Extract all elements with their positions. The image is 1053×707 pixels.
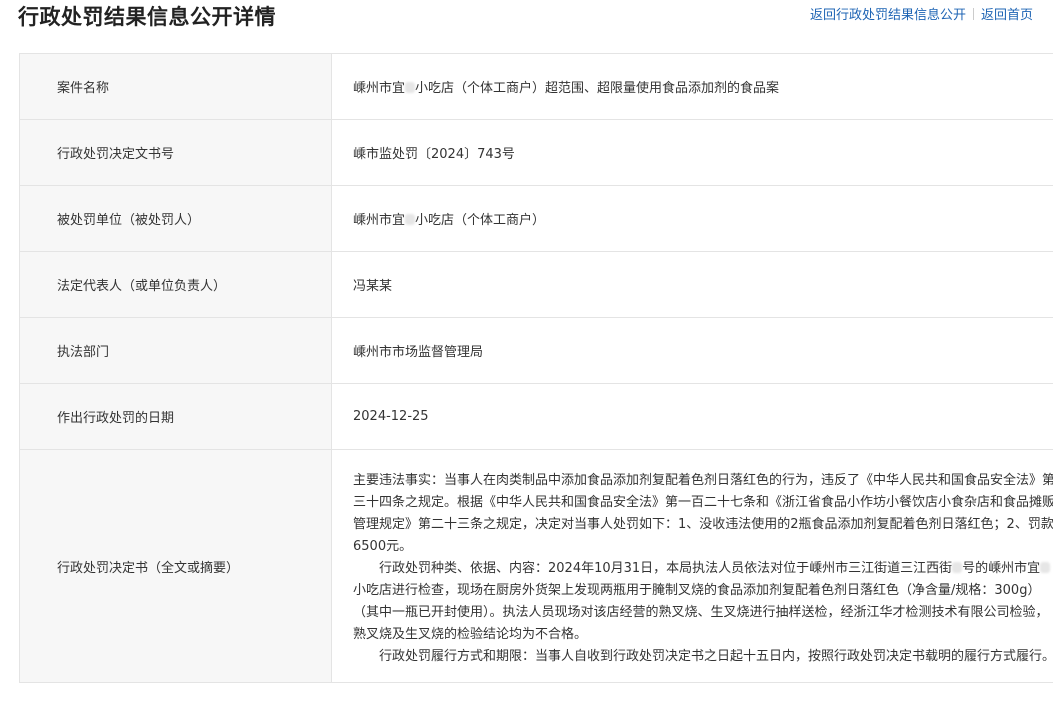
redacted-mark bbox=[405, 214, 416, 225]
redacted-mark bbox=[952, 562, 963, 573]
table-row: 法定代表人（或单位负责人） 冯某某 bbox=[19, 251, 1053, 318]
value-text: 号的嵊州市宜 bbox=[962, 561, 1041, 576]
field-label: 被处罚单位（被处罚人） bbox=[19, 185, 332, 252]
decision-paragraph: 行政处罚种类、依据、内容：2024年10月31日，本局执法人员依法对位于嵊州市三… bbox=[353, 558, 1053, 646]
table-row: 行政处罚决定书（全文或摘要） 主要违法事实：当事人在肉类制品中添加食品添加剂复配… bbox=[19, 449, 1053, 683]
value-text: 小吃店（个体工商户）超范围、超限量使用食品添加剂的食品案 bbox=[415, 81, 780, 96]
detail-table: 案件名称 嵊州市宜 小吃店（个体工商户）超范围、超限量使用食品添加剂的食品案 行政… bbox=[19, 53, 1053, 683]
table-row: 执法部门 嵊州市市场监督管理局 bbox=[19, 317, 1053, 384]
document-number-value: 嵊市监处罚〔2024〕743号 bbox=[331, 119, 1053, 186]
back-to-list-link[interactable]: 返回行政处罚结果信息公开 bbox=[810, 8, 966, 23]
page-title: 行政处罚结果信息公开详情 bbox=[18, 5, 276, 29]
value-text: 嵊州市宜 bbox=[353, 81, 406, 96]
field-label: 案件名称 bbox=[19, 53, 332, 120]
field-label: 执法部门 bbox=[19, 317, 332, 384]
value-text: 小吃店进行检查，现场在厨房外货架上发现两瓶用于腌制叉烧的食品添加剂复配着色剂日落… bbox=[353, 583, 1049, 642]
table-row: 被处罚单位（被处罚人） 嵊州市宜 小吃店（个体工商户） bbox=[19, 185, 1053, 252]
field-label: 作出行政处罚的日期 bbox=[19, 383, 332, 450]
decision-date-value: 2024-12-25 bbox=[331, 383, 1053, 450]
table-row: 案件名称 嵊州市宜 小吃店（个体工商户）超范围、超限量使用食品添加剂的食品案 bbox=[19, 53, 1053, 120]
redacted-mark bbox=[1040, 562, 1051, 573]
header-nav: 返回行政处罚结果信息公开 返回首页 bbox=[810, 6, 1033, 26]
field-label: 法定代表人（或单位负责人） bbox=[19, 251, 332, 318]
case-name-value: 嵊州市宜 小吃店（个体工商户）超范围、超限量使用食品添加剂的食品案 bbox=[331, 53, 1053, 120]
enforcement-department-value: 嵊州市市场监督管理局 bbox=[331, 317, 1053, 384]
legal-representative-value: 冯某某 bbox=[331, 251, 1053, 318]
penalized-party-value: 嵊州市宜 小吃店（个体工商户） bbox=[331, 185, 1053, 252]
field-label: 行政处罚决定书（全文或摘要） bbox=[19, 449, 332, 683]
decision-paragraph: 行政处罚履行方式和期限：当事人自收到行政处罚决定书之日起十五日内，按照行政处罚决… bbox=[379, 649, 1053, 664]
redacted-mark bbox=[405, 82, 416, 93]
table-row: 作出行政处罚的日期 2024-12-25 bbox=[19, 383, 1053, 450]
value-text: 小吃店（个体工商户） bbox=[415, 213, 546, 228]
back-to-home-link[interactable]: 返回首页 bbox=[981, 8, 1033, 23]
value-text: 嵊州市宜 bbox=[353, 213, 406, 228]
decision-paragraph: 主要违法事实：当事人在肉类制品中添加食品添加剂复配着色剂日落红色的行为，违反了《… bbox=[353, 473, 1053, 554]
nav-divider bbox=[973, 8, 975, 20]
table-row: 行政处罚决定文书号 嵊市监处罚〔2024〕743号 bbox=[19, 119, 1053, 186]
page-header: 行政处罚结果信息公开详情 返回行政处罚结果信息公开 返回首页 bbox=[0, 0, 1053, 40]
field-label: 行政处罚决定文书号 bbox=[19, 119, 332, 186]
value-text: 行政处罚种类、依据、内容：2024年10月31日，本局执法人员依法对位于嵊州市三… bbox=[379, 561, 953, 576]
decision-text-value: 主要违法事实：当事人在肉类制品中添加食品添加剂复配着色剂日落红色的行为，违反了《… bbox=[331, 449, 1053, 683]
